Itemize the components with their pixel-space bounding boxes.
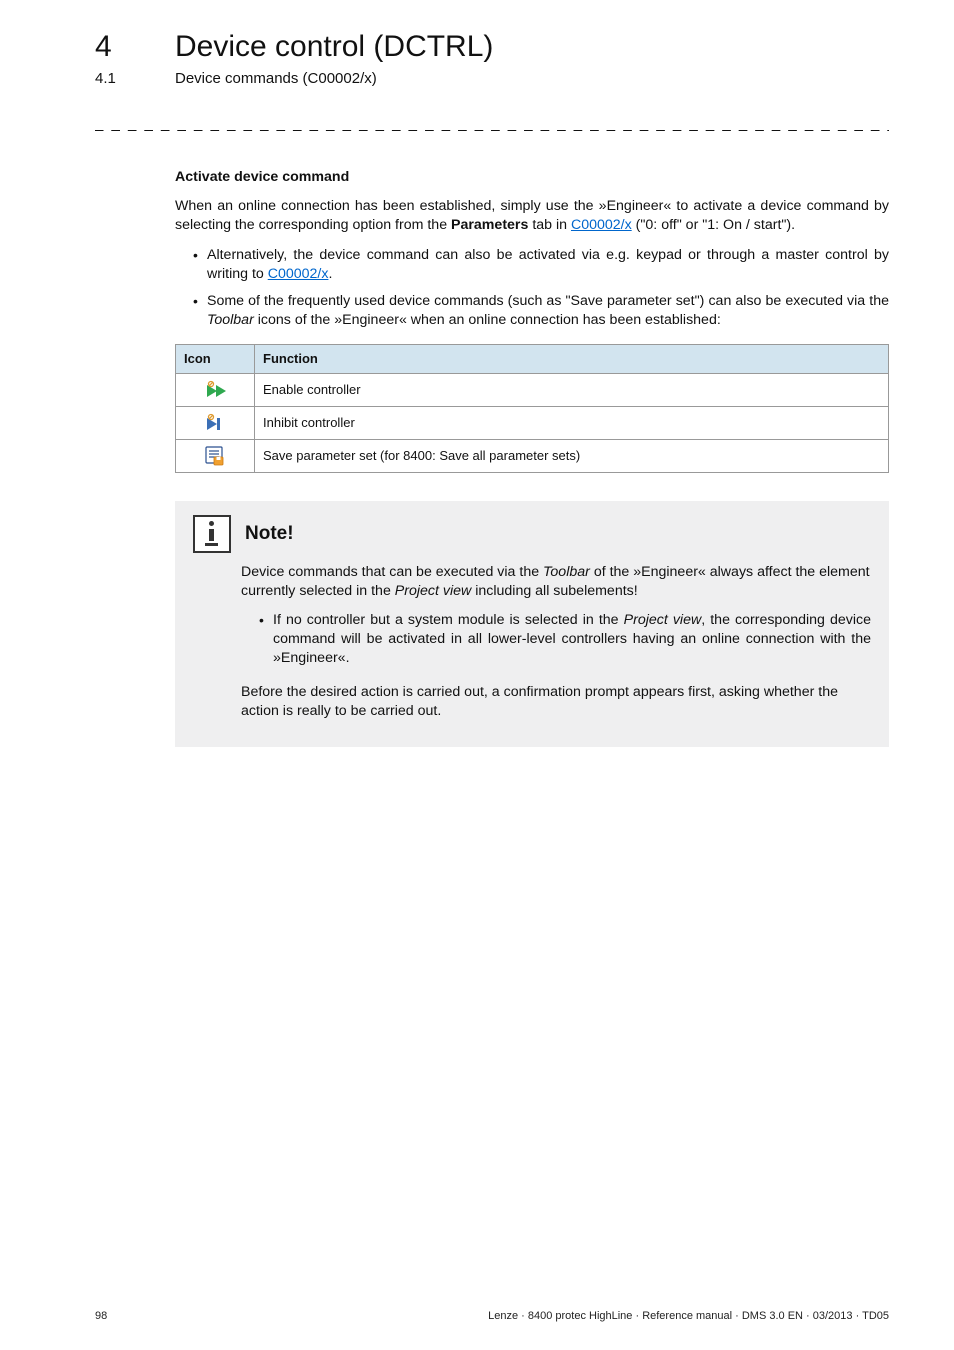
cell-function: Inhibit controller (255, 406, 889, 439)
divider-line: _ _ _ _ _ _ _ _ _ _ _ _ _ _ _ _ _ _ _ _ … (95, 115, 889, 132)
info-icon (193, 515, 231, 553)
note-bullet: If no controller but a system module is … (259, 611, 871, 669)
footer-info: Lenze · 8400 protec HighLine · Reference… (488, 1310, 889, 1322)
chapter-number: 4 (95, 30, 135, 64)
main-content: Activate device command When an online c… (175, 168, 889, 747)
table-row: Save parameter set (for 8400: Save all p… (176, 439, 889, 472)
save-parameter-icon (176, 439, 255, 472)
note-title: Note! (245, 521, 294, 547)
note-paragraph: Device commands that can be executed via… (241, 563, 871, 601)
icon-function-table: Icon Function Enable controller (175, 344, 889, 473)
table-row: Enable controller (176, 373, 889, 406)
page-number: 98 (95, 1310, 107, 1322)
chapter-title: Device control (DCTRL) (175, 30, 493, 64)
cell-function: Save parameter set (for 8400: Save all p… (255, 439, 889, 472)
table-row: Inhibit controller (176, 406, 889, 439)
bullet-toolbar: Some of the frequently used device comma… (193, 292, 889, 330)
link-c00002-alt[interactable]: C00002/x (268, 266, 329, 282)
bullet-alt: Alternatively, the device command can al… (193, 246, 889, 284)
section-title: Device commands (C00002/x) (175, 70, 377, 87)
th-function: Function (255, 345, 889, 374)
intro-paragraph: When an online connection has been estab… (175, 197, 889, 235)
section-number: 4.1 (95, 70, 135, 87)
cell-function: Enable controller (255, 373, 889, 406)
note-paragraph-2: Before the desired action is carried out… (241, 683, 871, 721)
enable-controller-icon (176, 373, 255, 406)
inhibit-controller-icon (176, 406, 255, 439)
note-box: Note! Device commands that can be execut… (175, 501, 889, 747)
link-c00002[interactable]: C00002/x (571, 217, 632, 233)
section-heading: Activate device command (175, 168, 889, 187)
th-icon: Icon (176, 345, 255, 374)
